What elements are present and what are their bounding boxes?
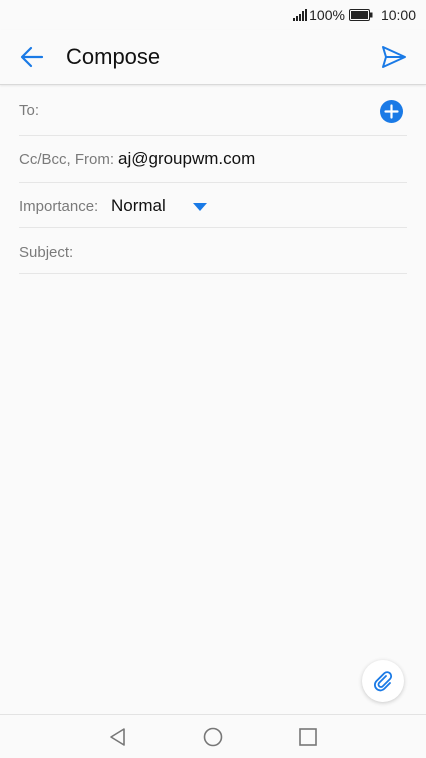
status-time: 10:00 <box>380 7 416 23</box>
app-bar: Compose <box>0 30 426 85</box>
circle-home-icon[interactable] <box>202 726 224 748</box>
importance-row[interactable]: Importance: Normal <box>19 183 407 228</box>
message-body[interactable] <box>19 275 407 655</box>
add-recipient-icon[interactable] <box>380 100 403 123</box>
importance-label: Importance: <box>19 198 99 215</box>
battery-percent: 100% <box>309 7 345 23</box>
arrow-left-icon[interactable] <box>18 43 46 71</box>
cc-bcc-from-label: Cc/Bcc, From: <box>19 151 115 168</box>
to-row[interactable]: To: <box>19 86 407 136</box>
signal-icon <box>293 9 308 21</box>
importance-value[interactable]: Normal <box>111 196 166 216</box>
square-recent-icon[interactable] <box>297 726 319 748</box>
dropdown-arrow-icon[interactable] <box>193 203 207 211</box>
attach-button[interactable] <box>362 660 404 702</box>
battery-icon <box>348 9 373 21</box>
triangle-back-icon[interactable] <box>107 726 129 748</box>
subject-row[interactable]: Subject: <box>19 228 407 274</box>
status-bar: 100% 10:00 <box>0 0 426 30</box>
send-icon[interactable] <box>380 43 408 71</box>
from-address: aj@groupwm.com <box>118 149 256 168</box>
system-nav-bar <box>0 714 426 758</box>
to-label: To: <box>19 102 40 119</box>
cc-bcc-from-row[interactable]: Cc/Bcc, From: aj@groupwm.com <box>19 136 407 183</box>
paperclip-icon <box>374 671 393 692</box>
page-title: Compose <box>66 44 161 69</box>
subject-label: Subject: <box>19 244 74 261</box>
